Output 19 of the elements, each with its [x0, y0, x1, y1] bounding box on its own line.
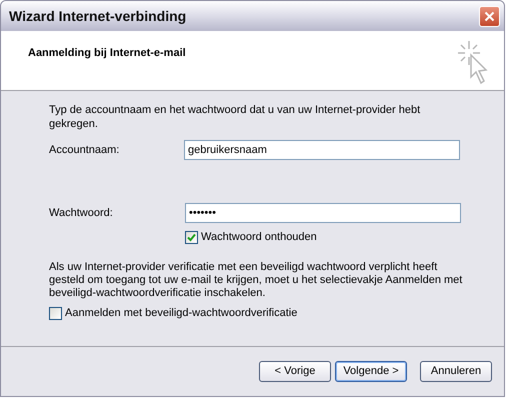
intro-text: Typ de accountnaam en het wachtwoord dat u van uw Internet-provider hebt gekregen.: [49, 103, 422, 131]
checkbox-label: Wachtwoord onthouden: [201, 230, 317, 245]
checkbox[interactable]: [185, 230, 198, 244]
checkbox-label: Aanmelden met beveiligd-wachtwoordverificatie: [65, 306, 298, 321]
page-title: Aanmelding bij Internet-e-mail: [28, 46, 186, 59]
checkmark-icon: [187, 232, 196, 242]
wizard-button[interactable]: Annuleren: [420, 361, 492, 382]
security-note: Als uw Internet-provider verificatie met een beveiligd wachtwoord verplicht heeft gesteld om toegang tot uw e-mail te krijgen, moet u het selectievakje Aanmelden met beveiligd-wachtwoordverificatie inschakelen.: [49, 261, 464, 300]
password-field[interactable]: •••••••: [185, 203, 461, 223]
window-title: Wizard Internet-verbinding: [9, 6, 186, 26]
cursor-sparkle-icon: [456, 39, 490, 87]
wizard-button[interactable]: Volgende >: [335, 361, 407, 382]
close-button[interactable]: [479, 6, 500, 26]
checkbox[interactable]: [49, 306, 62, 320]
close-icon: [484, 10, 495, 22]
account-label: Accountnaam:: [49, 142, 120, 158]
wizard-button[interactable]: < Vorige: [259, 361, 331, 382]
password-label: Wachtwoord:: [49, 206, 114, 221]
account-field[interactable]: gebruikersnaam: [184, 140, 460, 160]
